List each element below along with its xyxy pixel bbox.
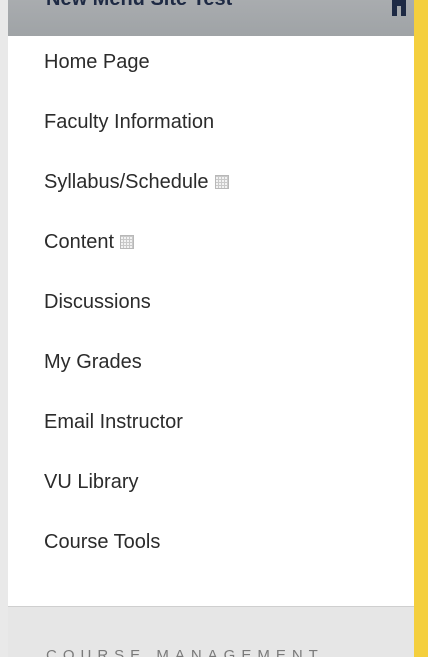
course-menu-header[interactable]: New Menu Site Test <box>8 0 414 36</box>
menu-item-course-tools[interactable]: Course Tools <box>44 522 160 562</box>
menu-item-label[interactable]: Faculty Information <box>44 102 214 142</box>
left-edge-strip <box>0 0 8 657</box>
menu-item-label[interactable]: Course Tools <box>44 522 160 562</box>
menu-item-discussions[interactable]: Discussions <box>44 282 151 322</box>
menu-item-label[interactable]: Syllabus/Schedule <box>44 162 209 202</box>
menu-item-label[interactable]: Content <box>44 222 114 262</box>
course-management-section: COURSE MANAGEMENT <box>8 607 414 657</box>
menu-item-content[interactable]: Content <box>44 222 135 262</box>
context-menu-icon[interactable] <box>214 175 229 189</box>
accent-bar <box>414 0 428 657</box>
menu-item-label[interactable]: My Grades <box>44 342 142 382</box>
context-menu-icon[interactable] <box>120 235 135 249</box>
menu-item-label[interactable]: VU Library <box>44 462 138 502</box>
menu-item-my-grades[interactable]: My Grades <box>44 342 142 382</box>
course-title[interactable]: New Menu Site Test <box>46 0 232 11</box>
menu-item-label[interactable]: Home Page <box>44 42 150 82</box>
section-heading: COURSE MANAGEMENT <box>46 647 324 657</box>
menu-item-label[interactable]: Discussions <box>44 282 151 322</box>
course-menu: Home Page Faculty Information Syllabus/S… <box>8 36 414 596</box>
home-icon[interactable] <box>386 0 412 20</box>
menu-item-syllabus-schedule[interactable]: Syllabus/Schedule <box>44 162 229 202</box>
menu-item-vu-library[interactable]: VU Library <box>44 462 138 502</box>
menu-item-faculty-information[interactable]: Faculty Information <box>44 102 214 142</box>
menu-item-email-instructor[interactable]: Email Instructor <box>44 402 183 442</box>
menu-item-label[interactable]: Email Instructor <box>44 402 183 442</box>
menu-item-home-page[interactable]: Home Page <box>44 42 150 82</box>
